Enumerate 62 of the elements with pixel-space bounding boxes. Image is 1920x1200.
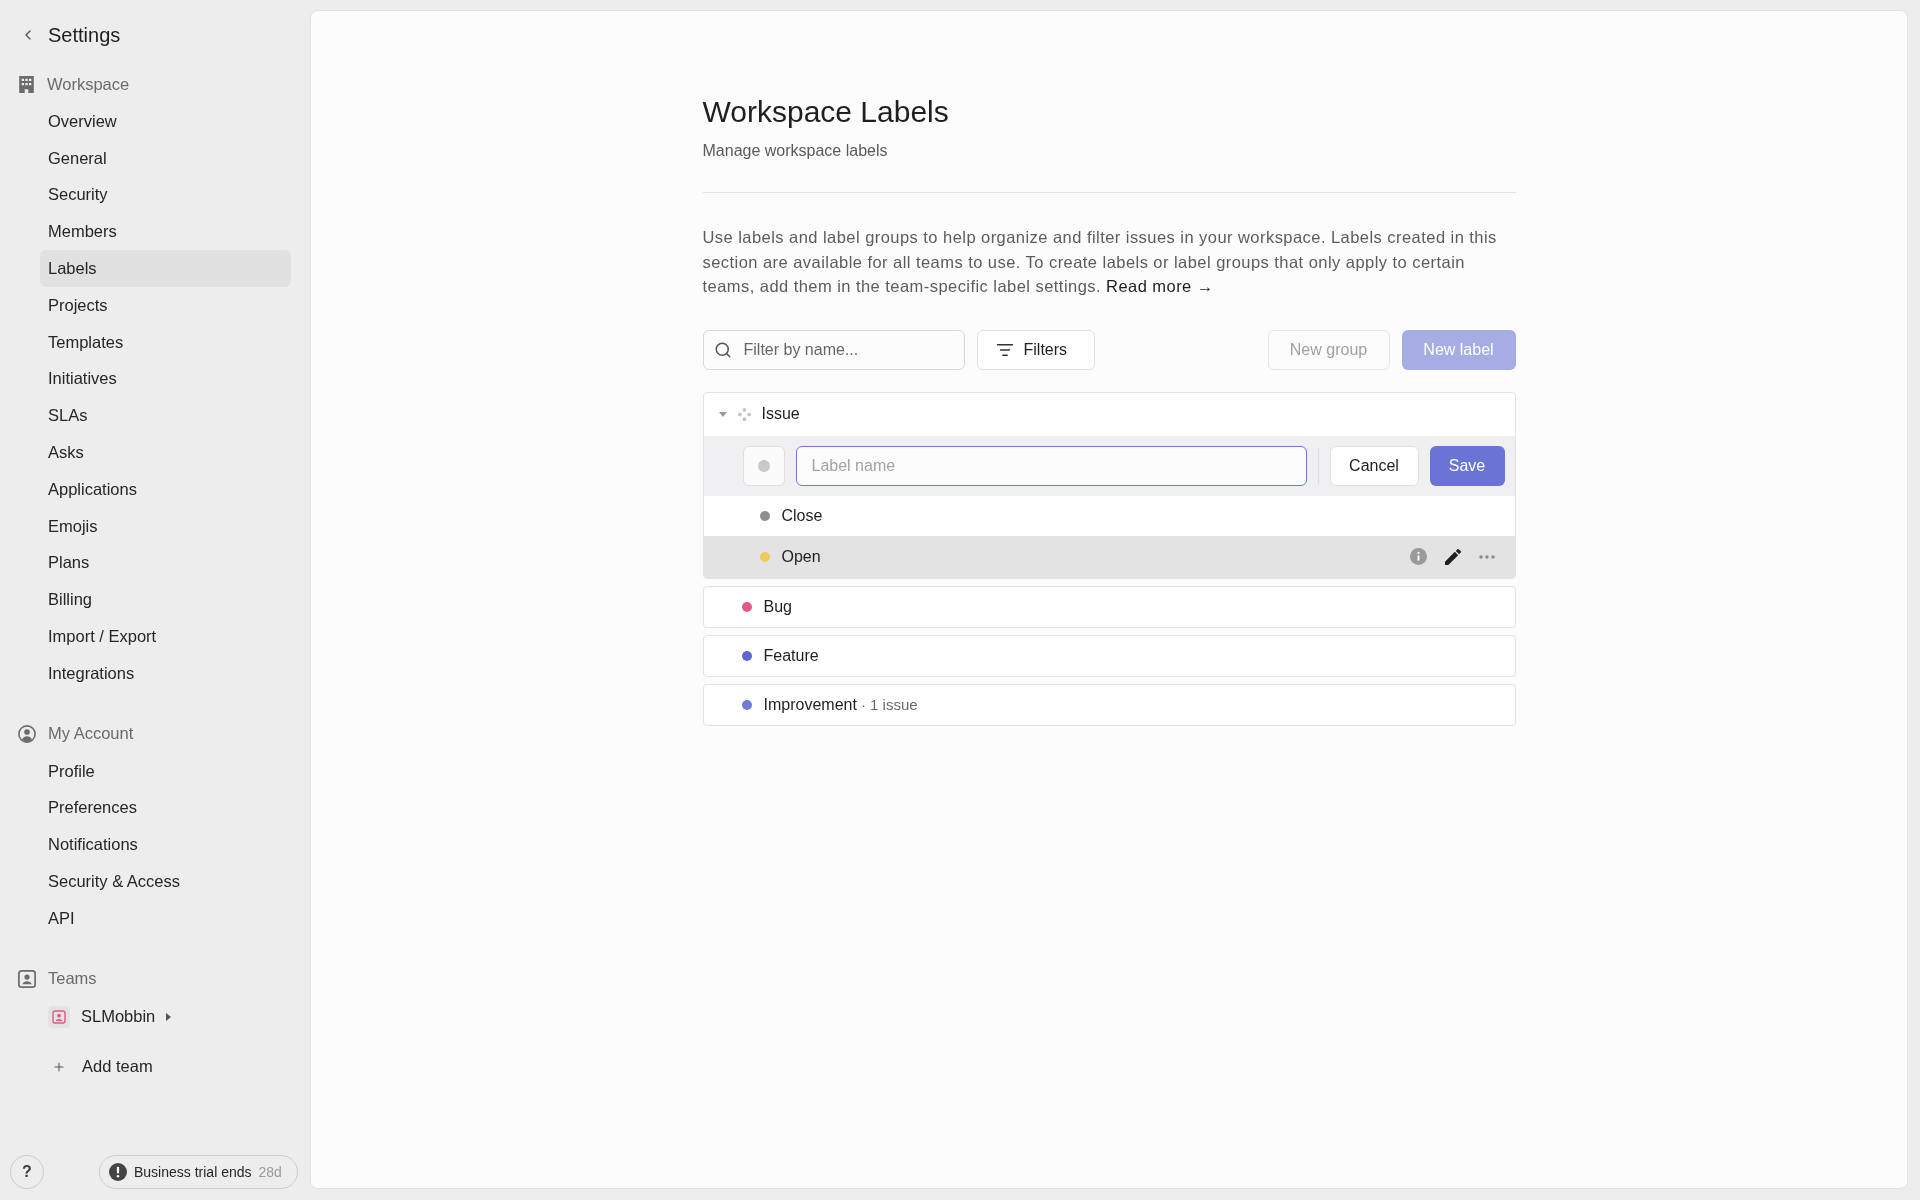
nav-item[interactable]: Members <box>40 213 291 251</box>
nav-item[interactable]: Notifications <box>40 826 291 864</box>
page-subtitle: Manage workspace labels <box>702 141 889 161</box>
save-button[interactable]: Save <box>1429 445 1505 486</box>
label-row[interactable]: Improvement · 1 issue <box>702 683 1516 726</box>
description-text: Use labels and label groups to help organize and filter issues in your workspace. Labels created in this section are available for all teams to use. To create labels or label groups that only apply to certain teams, add them in the team-specific label settings. Read more → <box>702 227 1498 297</box>
nav-item[interactable]: Emojis <box>40 507 291 545</box>
label-name: Open <box>781 547 821 566</box>
page-title: Workspace Labels <box>702 94 950 130</box>
nav-item[interactable]: Projects <box>40 287 291 324</box>
read-more-link[interactable]: Read more → <box>1106 277 1214 295</box>
nav-item[interactable]: Preferences <box>40 789 291 827</box>
nav-item[interactable]: Billing <box>40 581 291 619</box>
alert-icon <box>109 1163 127 1181</box>
nav-item[interactable]: Labels <box>40 250 291 287</box>
team-item[interactable]: SLMobbin <box>40 997 180 1036</box>
nav-item[interactable]: Integrations <box>40 654 291 692</box>
section-title: Teams <box>48 969 97 989</box>
label-row[interactable]: Open <box>703 535 1515 578</box>
building-icon <box>18 75 35 93</box>
label-row[interactable]: Bug <box>702 585 1516 628</box>
cancel-button[interactable]: Cancel <box>1329 445 1419 486</box>
search-field[interactable]: Filter by name... <box>702 329 965 370</box>
nav-item[interactable]: API <box>40 899 291 937</box>
nav-item[interactable]: General <box>40 139 291 177</box>
color-dot-icon <box>757 459 770 472</box>
group-name: Issue <box>761 405 800 423</box>
nav-item[interactable]: SLAs <box>40 397 291 435</box>
user-circle-icon <box>18 724 36 743</box>
label-row[interactable]: Feature <box>702 634 1516 677</box>
trial-days: 28d <box>258 1164 282 1180</box>
info-icon[interactable] <box>1409 548 1427 565</box>
nav-item[interactable]: Plans <box>40 544 291 582</box>
label-name: Bug <box>763 597 792 616</box>
label-name: Feature <box>763 646 819 665</box>
back-button[interactable]: Settings <box>0 17 121 53</box>
nav-item[interactable]: Security & Access <box>40 863 291 900</box>
user-square-icon <box>18 969 36 988</box>
color-picker-button[interactable] <box>742 445 785 486</box>
caret-down-icon[interactable] <box>718 411 727 417</box>
section-title: My Account <box>48 724 134 744</box>
nav-item[interactable]: Asks <box>40 434 291 471</box>
nav-item[interactable]: Import / Export <box>40 618 291 655</box>
filters-button[interactable]: Filters <box>976 329 1095 370</box>
team-icon <box>48 1005 70 1028</box>
label-name: Close <box>781 506 823 525</box>
nav-item[interactable]: Applications <box>40 470 291 508</box>
add-team-button[interactable]: Add team <box>52 1047 161 1086</box>
nav-item[interactable]: Templates <box>40 323 291 361</box>
search-icon <box>713 340 732 359</box>
nav-item[interactable]: Initiatives <box>40 360 291 398</box>
section-title: Workspace <box>47 74 130 94</box>
nav-item[interactable]: Profile <box>40 752 291 790</box>
label-name: Improvement <box>763 695 857 714</box>
label-name-field[interactable]: Label name <box>795 445 1307 486</box>
dots-icon <box>737 407 751 421</box>
nav-item[interactable]: Security <box>40 176 291 214</box>
usage-count: · 1 issue <box>860 696 918 713</box>
pencil-icon[interactable] <box>1444 548 1461 565</box>
nav-item[interactable]: Overview <box>40 103 291 140</box>
plus-icon <box>52 1059 66 1074</box>
more-icon[interactable] <box>1478 554 1495 559</box>
